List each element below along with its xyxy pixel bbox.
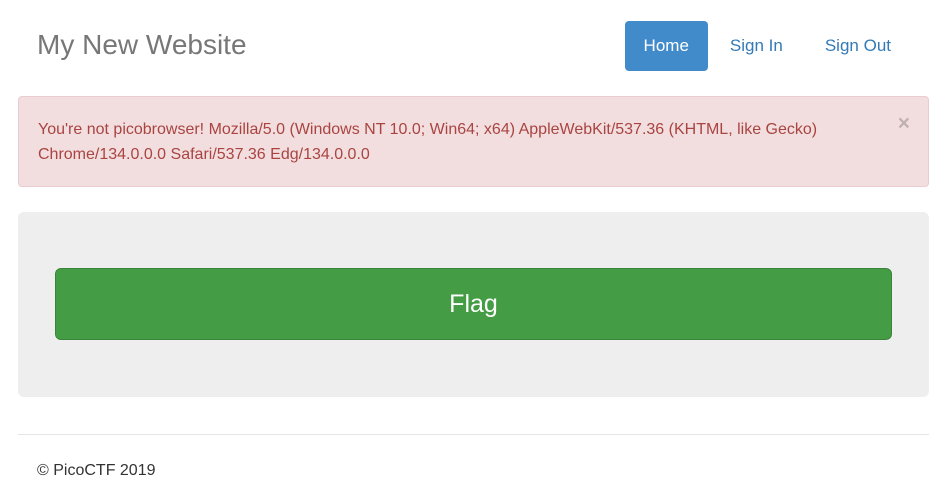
nav-sign-out[interactable]: Sign Out [807,21,912,71]
alert-message: You're not picobrowser! Mozilla/5.0 (Win… [38,121,818,163]
footer-divider [18,434,929,435]
site-brand[interactable]: My New Website [37,28,247,62]
footer-copyright: © PicoCTF 2019 [37,462,156,479]
nav-bar: Home Sign In Sign Out [624,21,912,71]
error-alert: You're not picobrowser! Mozilla/5.0 (Win… [18,96,929,187]
flag-button[interactable]: Flag [55,268,892,340]
close-icon[interactable]: × [898,113,910,135]
nav-home[interactable]: Home [624,21,708,71]
jumbotron: Flag [18,212,929,397]
header: My New Website Home Sign In Sign Out [0,0,943,90]
nav-sign-in[interactable]: Sign In [710,21,805,71]
page: My New Website Home Sign In Sign Out You… [0,0,943,499]
